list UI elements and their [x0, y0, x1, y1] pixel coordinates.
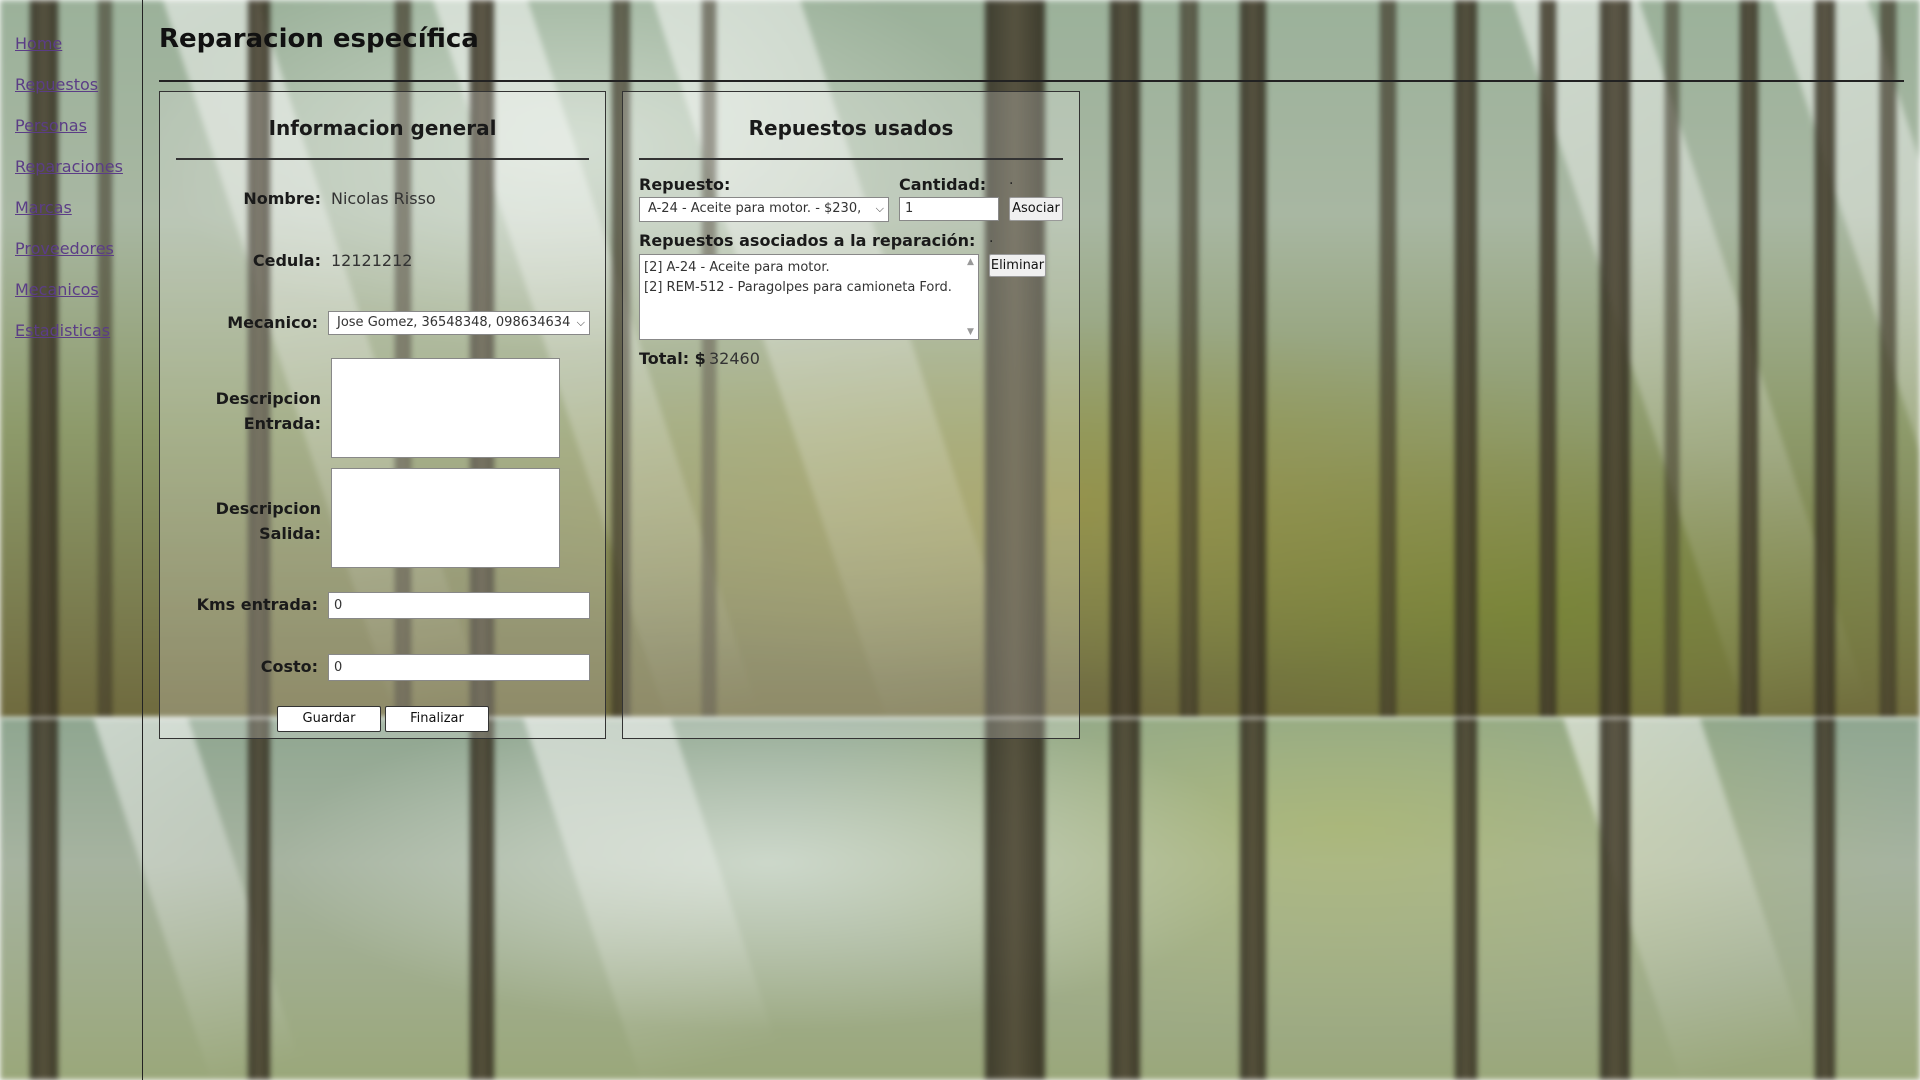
- finalizar-button[interactable]: Finalizar: [385, 706, 489, 732]
- listbox-scrollbar[interactable]: ▲ ▼: [966, 257, 976, 337]
- costo-label: Costo:: [260, 657, 318, 676]
- title-divider: [159, 80, 1904, 82]
- kms-entrada-input[interactable]: 0: [328, 592, 590, 619]
- nombre-value: Nicolas Risso: [331, 189, 436, 208]
- nav-link-proveedores[interactable]: Proveedores: [15, 239, 114, 258]
- scroll-down-icon[interactable]: ▼: [967, 327, 974, 337]
- sidebar-item-home: Home: [15, 34, 62, 53]
- desc-salida-label: Descripcion Salida:: [176, 496, 321, 546]
- sidebar-item-marcas: Marcas: [15, 198, 72, 217]
- sidebar-item-repuestos: Repuestos: [15, 75, 98, 94]
- repuestos-asociados-label: Repuestos asociados a la reparación:: [639, 231, 976, 250]
- sidebar-item-reparaciones: Reparaciones: [15, 157, 123, 176]
- general-info-panel: Informacion general Nombre: Nicolas Riss…: [159, 91, 606, 739]
- desc-entrada-label-line2: Entrada:: [243, 414, 321, 433]
- repuesto-label: Repuesto:: [639, 175, 731, 194]
- desc-entrada-label: Descripcion Entrada:: [176, 386, 321, 436]
- cedula-value: 12121212: [331, 251, 413, 270]
- chevron-down-icon: ⌵: [574, 312, 585, 334]
- nav-link-personas[interactable]: Personas: [15, 116, 87, 135]
- nav-link-estadisticas[interactable]: Estadisticas: [15, 321, 110, 340]
- total-label: Total: $: [639, 349, 706, 368]
- eliminar-button[interactable]: Eliminar: [989, 254, 1046, 277]
- repuesto-select-value: A-24 - Aceite para motor. - $230,: [648, 201, 862, 216]
- total-value: 32460: [709, 349, 760, 368]
- asociar-button[interactable]: Asociar: [1009, 197, 1063, 221]
- guardar-button[interactable]: Guardar: [277, 706, 381, 732]
- desc-entrada-label-line1: Descripcion: [215, 389, 321, 408]
- page-title: Reparacion específica: [159, 24, 479, 54]
- repuesto-select[interactable]: A-24 - Aceite para motor. - $230, ⌵: [639, 197, 889, 222]
- sidebar-item-proveedores: Proveedores: [15, 239, 114, 258]
- sidebar-item-mecanicos: Mecanicos: [15, 280, 99, 299]
- dot-marker: .: [989, 230, 994, 246]
- chevron-down-icon: ⌵: [873, 198, 884, 220]
- nav-link-home[interactable]: Home: [15, 34, 62, 53]
- forest-background-bottom: [0, 718, 1920, 1080]
- mecanico-select[interactable]: Jose Gomez, 36548348, 098634634 ⌵: [328, 311, 590, 335]
- nav-link-marcas[interactable]: Marcas: [15, 198, 72, 217]
- cantidad-input[interactable]: 1: [899, 197, 999, 221]
- repuestos-heading: Repuestos usados: [639, 116, 1063, 160]
- cedula-label: Cedula:: [252, 251, 321, 270]
- repuestos-panel: Repuestos usados Repuesto: A-24 - Aceite…: [622, 91, 1080, 739]
- nav-link-mecanicos[interactable]: Mecanicos: [15, 280, 99, 299]
- mecanico-label: Mecanico:: [227, 313, 318, 332]
- costo-input[interactable]: 0: [328, 654, 590, 681]
- mecanico-select-value: Jose Gomez, 36548348, 098634634: [337, 315, 571, 330]
- dot-marker: .: [1009, 172, 1014, 188]
- list-item[interactable]: [2] REM-512 - Paragolpes para camioneta …: [644, 278, 974, 298]
- desc-salida-label-line2: Salida:: [259, 524, 321, 543]
- nav-link-repuestos[interactable]: Repuestos: [15, 75, 98, 94]
- kms-entrada-label: Kms entrada:: [196, 595, 318, 614]
- sidebar: Home Repuestos Personas Reparaciones Mar…: [0, 0, 143, 1080]
- desc-salida-textarea[interactable]: [331, 468, 560, 568]
- cantidad-label: Cantidad:: [899, 175, 987, 194]
- desc-salida-label-line1: Descripcion: [215, 499, 321, 518]
- sidebar-item-personas: Personas: [15, 116, 87, 135]
- repuestos-asociados-list[interactable]: [2] A-24 - Aceite para motor. [2] REM-51…: [639, 254, 979, 340]
- desc-entrada-textarea[interactable]: [331, 358, 560, 458]
- nombre-label: Nombre:: [243, 189, 321, 208]
- scroll-up-icon[interactable]: ▲: [967, 257, 974, 267]
- list-item[interactable]: [2] A-24 - Aceite para motor.: [644, 258, 974, 278]
- general-info-heading: Informacion general: [176, 116, 589, 160]
- nav-link-reparaciones[interactable]: Reparaciones: [15, 157, 123, 176]
- sidebar-item-estadisticas: Estadisticas: [15, 321, 110, 340]
